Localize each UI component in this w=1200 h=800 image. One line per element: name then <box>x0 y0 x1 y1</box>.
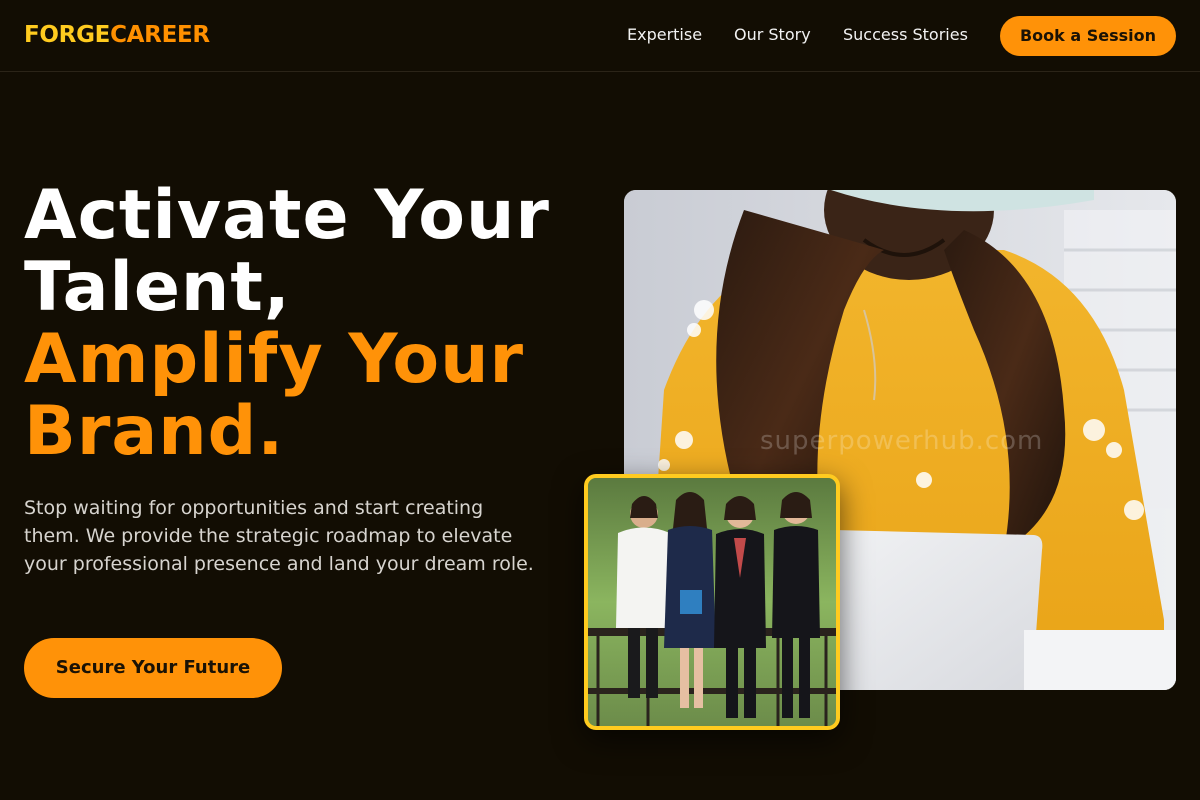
nav-link-expertise[interactable]: Expertise <box>627 24 702 46</box>
logo-part-career: CAREER <box>110 22 210 48</box>
headline-line-2: Talent, <box>24 248 291 327</box>
headline-line-1: Activate Your <box>24 176 550 255</box>
site-header: FORGECAREER Expertise Our Story Success … <box>0 0 1200 72</box>
hero-subtitle: Stop waiting for opportunities and start… <box>24 497 534 575</box>
logo-part-forge: FORGE <box>24 22 111 48</box>
nav-link-our-story[interactable]: Our Story <box>734 24 811 46</box>
secure-future-button[interactable]: Secure Your Future <box>24 638 282 698</box>
team-photo <box>584 474 840 730</box>
nav-link-success-stories[interactable]: Success Stories <box>843 24 968 46</box>
headline-line-4: Brand. <box>24 392 285 471</box>
headline-line-3: Amplify Your <box>24 320 525 399</box>
brand-logo[interactable]: FORGECAREER <box>24 20 210 50</box>
watermark-text: superpowerhub.com <box>760 426 1044 456</box>
book-session-button[interactable]: Book a Session <box>1000 16 1176 56</box>
hero-headline: Activate Your Talent, Amplify Your Brand… <box>24 180 604 468</box>
